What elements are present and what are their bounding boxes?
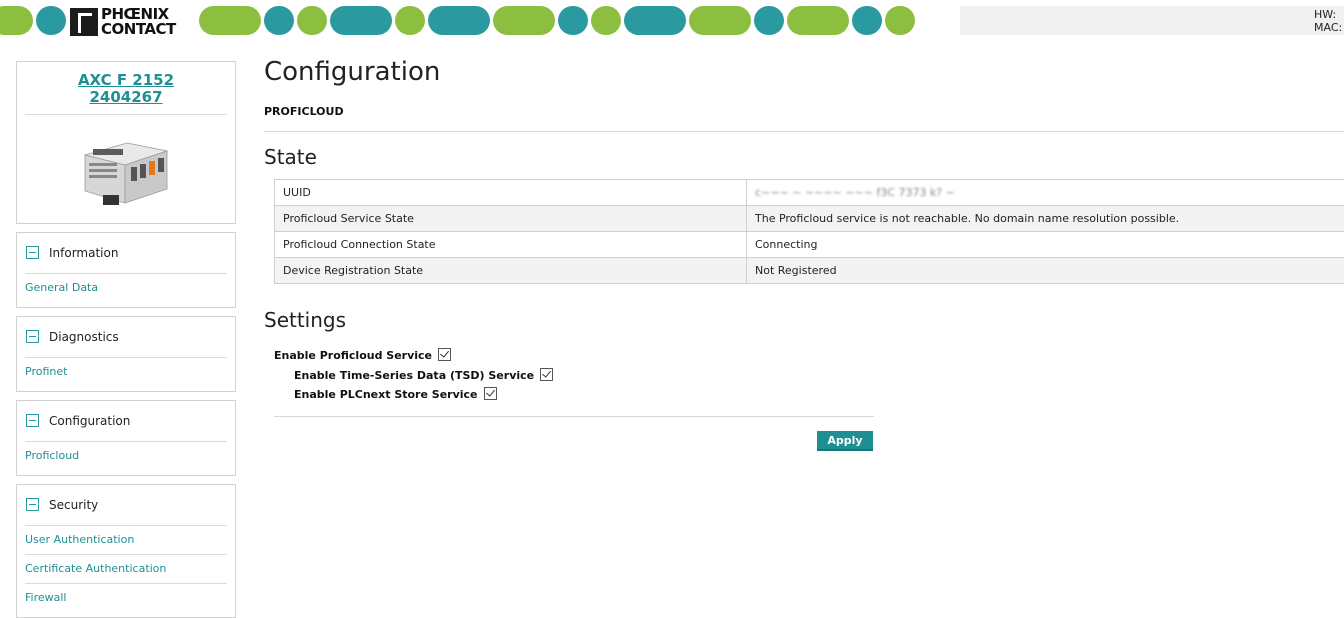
banner-decoration <box>689 6 751 35</box>
device-card: AXC F 2152 2404267 <box>16 61 236 224</box>
enable-store-row: Enable PLCnext Store Service <box>294 387 497 402</box>
state-value: Not Registered <box>746 257 1344 284</box>
banner-decoration <box>787 6 849 35</box>
enable-store-label: Enable PLCnext Store Service <box>294 388 478 401</box>
uuid-value: c~~~ ~ ~~~~ ~~~ f3C 7373 k? ~ <box>755 186 955 199</box>
enable-proficloud-label: Enable Proficloud Service <box>274 349 433 362</box>
state-label: Device Registration State <box>274 257 747 284</box>
state-table: UUID c~~~ ~ ~~~~ ~~~ f3C 7373 k? ~ Profi… <box>274 179 1344 284</box>
nav-header-security[interactable]: Security <box>17 485 235 525</box>
table-row: Proficloud Connection State Connecting <box>274 231 1344 258</box>
banner-decoration <box>885 6 915 35</box>
device-image <box>83 142 169 205</box>
nav-section-title: Security <box>49 498 99 512</box>
banner-decoration <box>624 6 686 35</box>
banner-decoration <box>754 6 784 35</box>
banner-decoration <box>395 6 425 35</box>
collapse-icon[interactable] <box>26 414 39 427</box>
nav-header-diagnostics[interactable]: Diagnostics <box>17 317 235 357</box>
nav-section-configuration: Configuration Proficloud <box>16 400 236 476</box>
nav-section-title: Configuration <box>49 414 131 428</box>
mac-label: MAC: <box>1314 21 1343 34</box>
settings-heading: Settings <box>264 308 347 332</box>
banner-decoration <box>330 6 392 35</box>
state-value-uuid: c~~~ ~ ~~~~ ~~~ f3C 7373 k? ~ <box>746 179 1344 206</box>
sidebar-item-proficloud[interactable]: Proficloud <box>25 441 227 470</box>
nav-section-security: Security User Authentication Certificate… <box>16 484 236 618</box>
device-name[interactable]: AXC F 2152 <box>17 72 235 89</box>
collapse-icon[interactable] <box>26 330 39 343</box>
device-article-number[interactable]: 2404267 <box>17 89 235 106</box>
banner-decoration <box>36 6 66 35</box>
nav-section-diagnostics: Diagnostics Profinet <box>16 316 236 392</box>
header-banner: PHŒNIX CONTACT <box>0 0 960 42</box>
sidebar-item-certificate-authentication[interactable]: Certificate Authentication <box>25 554 227 583</box>
state-value: The Proficloud service is not reachable.… <box>746 205 1344 232</box>
banner-decoration <box>591 6 621 35</box>
logo-text-line2: CONTACT <box>101 20 176 38</box>
logo-icon <box>70 8 98 36</box>
enable-store-checkbox[interactable] <box>483 387 497 400</box>
state-label: Proficloud Service State <box>274 205 747 232</box>
banner-decoration <box>199 6 261 35</box>
nav-section-title: Diagnostics <box>49 330 119 344</box>
state-label: UUID <box>274 179 747 206</box>
divider <box>264 131 1344 132</box>
divider <box>25 114 227 115</box>
nav-section-title: Information <box>49 246 119 260</box>
divider <box>274 416 874 417</box>
banner-decoration <box>558 6 588 35</box>
apply-button[interactable]: Apply <box>817 431 873 451</box>
banner-decoration <box>297 6 327 35</box>
table-row: Proficloud Service State The Proficloud … <box>274 205 1344 232</box>
table-row: UUID c~~~ ~ ~~~~ ~~~ f3C 7373 k? ~ <box>274 179 1344 206</box>
collapse-icon[interactable] <box>26 246 39 259</box>
sidebar-item-profinet[interactable]: Profinet <box>25 357 227 386</box>
banner-decoration <box>852 6 882 35</box>
phoenix-contact-logo: PHŒNIX CONTACT <box>70 6 194 37</box>
table-row: Device Registration State Not Registered <box>274 257 1344 284</box>
banner-decoration <box>493 6 555 35</box>
hardware-info-box: HW: MAC: <box>960 6 1344 35</box>
sidebar-item-firewall[interactable]: Firewall <box>25 583 227 612</box>
banner-decoration <box>0 6 33 35</box>
state-value: Connecting <box>746 231 1344 258</box>
state-label: Proficloud Connection State <box>274 231 747 258</box>
enable-tsd-label: Enable Time-Series Data (TSD) Service <box>294 369 535 382</box>
banner-decoration <box>428 6 490 35</box>
nav-section-information: Information General Data <box>16 232 236 308</box>
nav-header-configuration[interactable]: Configuration <box>17 401 235 441</box>
enable-proficloud-row: Enable Proficloud Service <box>274 348 452 363</box>
collapse-icon[interactable] <box>26 498 39 511</box>
enable-tsd-row: Enable Time-Series Data (TSD) Service <box>294 368 554 383</box>
banner-decoration <box>264 6 294 35</box>
state-heading: State <box>264 145 317 169</box>
nav-header-information[interactable]: Information <box>17 233 235 273</box>
page-title: Configuration <box>264 57 441 87</box>
enable-proficloud-checkbox[interactable] <box>438 348 452 361</box>
hw-label: HW: <box>1314 8 1337 21</box>
device-link[interactable]: AXC F 2152 2404267 <box>17 72 235 106</box>
sidebar-item-general-data[interactable]: General Data <box>25 273 227 302</box>
sidebar-item-user-authentication[interactable]: User Authentication <box>25 525 227 554</box>
enable-tsd-checkbox[interactable] <box>540 368 554 381</box>
page-subtitle: PROFICLOUD <box>264 105 344 118</box>
